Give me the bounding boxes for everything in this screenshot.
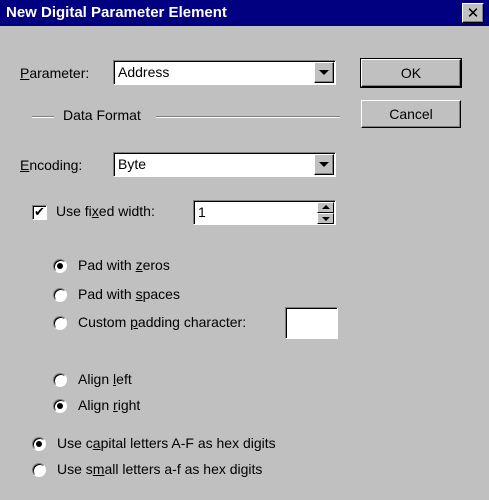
data-format-divider-right (156, 116, 340, 118)
align-left-radio[interactable] (53, 373, 67, 387)
small-hex-letters-label[interactable]: Use small letters a-f as hex digits (57, 461, 262, 477)
capital-hex-letters-label[interactable]: Use capital letters A-F as hex digits (57, 435, 276, 451)
parameter-value: Address (118, 64, 170, 80)
ok-button-label: OK (400, 65, 422, 81)
dialog-window: New Digital Parameter Element ✕ Paramete… (0, 0, 489, 500)
encoding-select[interactable]: Byte (113, 152, 336, 177)
parameter-label: Parameter: (20, 65, 90, 81)
pad-with-spaces-radio[interactable] (53, 288, 67, 302)
align-left-label[interactable]: Align left (78, 371, 132, 387)
parameter-select[interactable]: Address (113, 60, 336, 85)
close-button[interactable]: ✕ (462, 3, 484, 23)
use-fixed-width-checkbox[interactable]: ✔ (32, 205, 47, 220)
spin-down-icon[interactable] (317, 213, 334, 224)
pad-with-spaces-label[interactable]: Pad with spaces (78, 286, 180, 302)
capital-hex-letters-radio[interactable] (32, 437, 46, 451)
use-fixed-width-label[interactable]: Use fixed width: (56, 203, 155, 219)
checkmark-icon: ✔ (34, 204, 45, 219)
small-hex-letters-radio[interactable] (32, 463, 46, 477)
data-format-group-label: Data Format (63, 107, 141, 123)
fixed-width-value: 1 (198, 204, 206, 220)
parameter-dropdown-arrow-icon[interactable] (314, 62, 334, 83)
encoding-dropdown-arrow-icon[interactable] (314, 154, 334, 175)
close-icon: ✕ (466, 4, 480, 22)
custom-padding-character-input[interactable] (285, 307, 338, 339)
data-format-divider-left (32, 116, 54, 118)
cancel-button[interactable]: Cancel (361, 100, 461, 128)
custom-padding-radio[interactable] (53, 316, 67, 330)
align-right-label[interactable]: Align right (78, 397, 140, 413)
cancel-button-label: Cancel (389, 106, 433, 122)
window-title: New Digital Parameter Element (6, 4, 227, 21)
pad-with-zeros-label[interactable]: Pad with zeros (78, 257, 170, 273)
pad-with-zeros-radio[interactable] (53, 259, 67, 273)
spin-up-icon[interactable] (317, 202, 334, 213)
encoding-value: Byte (118, 156, 147, 172)
encoding-label: Encoding: (20, 157, 83, 173)
title-bar[interactable]: New Digital Parameter Element ✕ (0, 0, 489, 26)
custom-padding-label[interactable]: Custom padding character: (78, 314, 246, 330)
ok-button[interactable]: OK (360, 58, 462, 88)
align-right-radio[interactable] (53, 399, 67, 413)
fixed-width-input[interactable]: 1 (193, 200, 336, 225)
